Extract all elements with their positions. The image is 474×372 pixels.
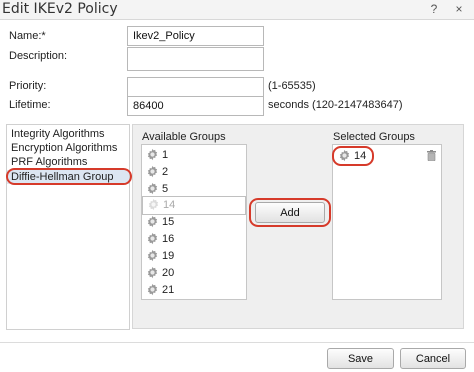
lifetime-input[interactable] <box>127 96 264 116</box>
dialog-title: Edit IKEv2 Policy <box>2 1 118 17</box>
name-input[interactable] <box>127 26 264 46</box>
nav-item-prf[interactable]: PRF Algorithms <box>7 155 129 169</box>
gear-icon <box>147 249 158 262</box>
nav-item-label: Integrity Algorithms <box>11 128 105 140</box>
priority-label: Priority: <box>9 80 47 92</box>
available-groups-label: Available Groups <box>142 131 226 143</box>
add-button[interactable]: Add <box>255 202 325 223</box>
gear-icon <box>147 148 158 161</box>
gear-icon <box>147 266 158 279</box>
trash-icon[interactable] <box>427 150 436 161</box>
highlight-ring-dh <box>6 168 132 185</box>
group-value: 5 <box>162 183 169 195</box>
list-item[interactable]: 20 <box>142 265 246 282</box>
list-item[interactable]: 21 <box>142 282 246 299</box>
list-item[interactable]: 16 <box>142 231 246 248</box>
list-item[interactable]: 15 <box>142 214 246 231</box>
highlight-ring-selected <box>332 146 374 166</box>
lifetime-hint: seconds (120-2147483647) <box>268 99 403 111</box>
group-value: 2 <box>162 166 169 178</box>
group-value: 15 <box>162 216 175 228</box>
nav-item-integrity[interactable]: Integrity Algorithms <box>7 127 129 141</box>
nav-item-label: PRF Algorithms <box>11 156 88 168</box>
gear-icon <box>147 165 158 178</box>
gear-icon <box>148 198 159 211</box>
list-item[interactable]: 2 <box>142 164 246 181</box>
group-value: 20 <box>162 267 175 279</box>
save-button[interactable]: Save <box>327 348 394 369</box>
cancel-button[interactable]: Cancel <box>400 348 466 369</box>
group-value: 16 <box>162 233 175 245</box>
gear-icon <box>147 283 158 296</box>
priority-hint: (1-65535) <box>268 80 316 92</box>
list-item[interactable]: 14 <box>142 196 246 215</box>
nav-item-label: Encryption Algorithms <box>11 142 118 154</box>
gear-icon <box>147 215 158 228</box>
gear-icon <box>147 232 158 245</box>
title-bar: Edit IKEv2 Policy ? × <box>0 0 474 20</box>
name-label: Name:* <box>9 30 46 42</box>
footer-divider <box>0 342 474 343</box>
close-icon[interactable]: × <box>452 2 466 16</box>
description-label: Description: <box>9 50 68 62</box>
gear-icon <box>147 182 158 195</box>
available-groups-list[interactable]: 1 2 5 14 15 16 19 20 21 <box>141 144 247 300</box>
group-value: 1 <box>162 149 169 161</box>
lifetime-label: Lifetime: <box>9 99 51 111</box>
group-value: 19 <box>162 250 175 262</box>
algorithm-nav: Integrity Algorithms Encryption Algorith… <box>6 124 130 330</box>
group-value: 14 <box>163 199 176 211</box>
list-item[interactable]: 1 <box>142 147 246 164</box>
group-value: 21 <box>162 284 175 296</box>
priority-input[interactable] <box>127 77 264 97</box>
description-input[interactable] <box>127 47 264 71</box>
help-icon[interactable]: ? <box>427 2 441 16</box>
list-item[interactable]: 19 <box>142 248 246 265</box>
selected-groups-label: Selected Groups <box>333 131 415 143</box>
selected-groups-list[interactable]: 14 <box>332 144 442 300</box>
nav-item-encryption[interactable]: Encryption Algorithms <box>7 141 129 155</box>
